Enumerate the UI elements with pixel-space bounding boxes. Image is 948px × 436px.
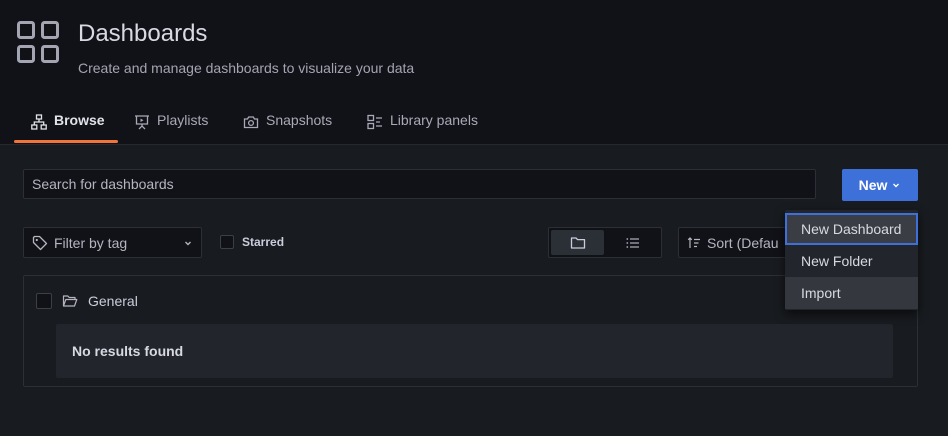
- menu-item-import[interactable]: Import: [785, 277, 918, 309]
- new-dropdown-menu: New Dashboard New Folder Import: [785, 210, 918, 310]
- list-view-button[interactable]: [606, 230, 659, 255]
- sort-label: Sort (Defau: [707, 234, 779, 251]
- folder-name: General: [88, 293, 138, 309]
- sort-select[interactable]: Sort (Defau: [678, 227, 786, 258]
- library-panel-icon: [367, 114, 382, 130]
- menu-item-new-folder[interactable]: New Folder: [785, 245, 918, 277]
- menu-item-label: New Dashboard: [801, 221, 902, 237]
- view-mode-toggle: [548, 227, 662, 258]
- new-button-label: New: [858, 177, 888, 193]
- starred-checkbox[interactable]: [220, 235, 234, 249]
- tab-playlists[interactable]: Playlists: [134, 112, 208, 144]
- search-box[interactable]: [23, 169, 816, 199]
- search-input[interactable]: [24, 170, 815, 198]
- folder-checkbox[interactable]: [36, 293, 52, 309]
- list-icon: [625, 237, 639, 248]
- empty-state: No results found: [56, 324, 893, 378]
- new-button[interactable]: New: [842, 169, 918, 201]
- starred-filter[interactable]: Starred: [220, 235, 284, 249]
- active-tab-indicator: [14, 140, 118, 143]
- folder-header-general[interactable]: General: [36, 293, 138, 309]
- sort-amount-icon: [687, 236, 700, 248]
- starred-label: Starred: [242, 235, 285, 249]
- tab-label: Library panels: [390, 112, 478, 128]
- empty-state-text: No results found: [72, 343, 184, 359]
- camera-icon: [243, 116, 259, 129]
- menu-item-label: Import: [801, 285, 841, 301]
- folder-view-button[interactable]: [551, 230, 604, 255]
- tab-snapshots[interactable]: Snapshots: [243, 112, 332, 144]
- tab-label: Browse: [54, 112, 105, 128]
- chevron-down-icon: [893, 183, 900, 188]
- tag-filter-select[interactable]: Filter by tag: [23, 227, 202, 258]
- menu-item-label: New Folder: [801, 253, 873, 269]
- page-title: Dashboards: [78, 20, 208, 47]
- tag-icon: [32, 235, 48, 250]
- folder-icon: [570, 236, 585, 249]
- tab-label: Playlists: [157, 112, 209, 128]
- folder-open-icon: [62, 295, 78, 307]
- tab-library-panels[interactable]: Library panels: [367, 112, 478, 144]
- menu-item-new-dashboard[interactable]: New Dashboard: [785, 213, 918, 245]
- apps-grid-icon: [17, 21, 59, 63]
- sitemap-icon: [31, 114, 47, 130]
- chevron-down-icon: [185, 241, 191, 245]
- tab-label: Snapshots: [266, 112, 333, 128]
- tag-filter-placeholder: Filter by tag: [54, 234, 128, 251]
- page-subtitle: Create and manage dashboards to visualiz…: [78, 60, 415, 76]
- presentation-play-icon: [135, 115, 149, 130]
